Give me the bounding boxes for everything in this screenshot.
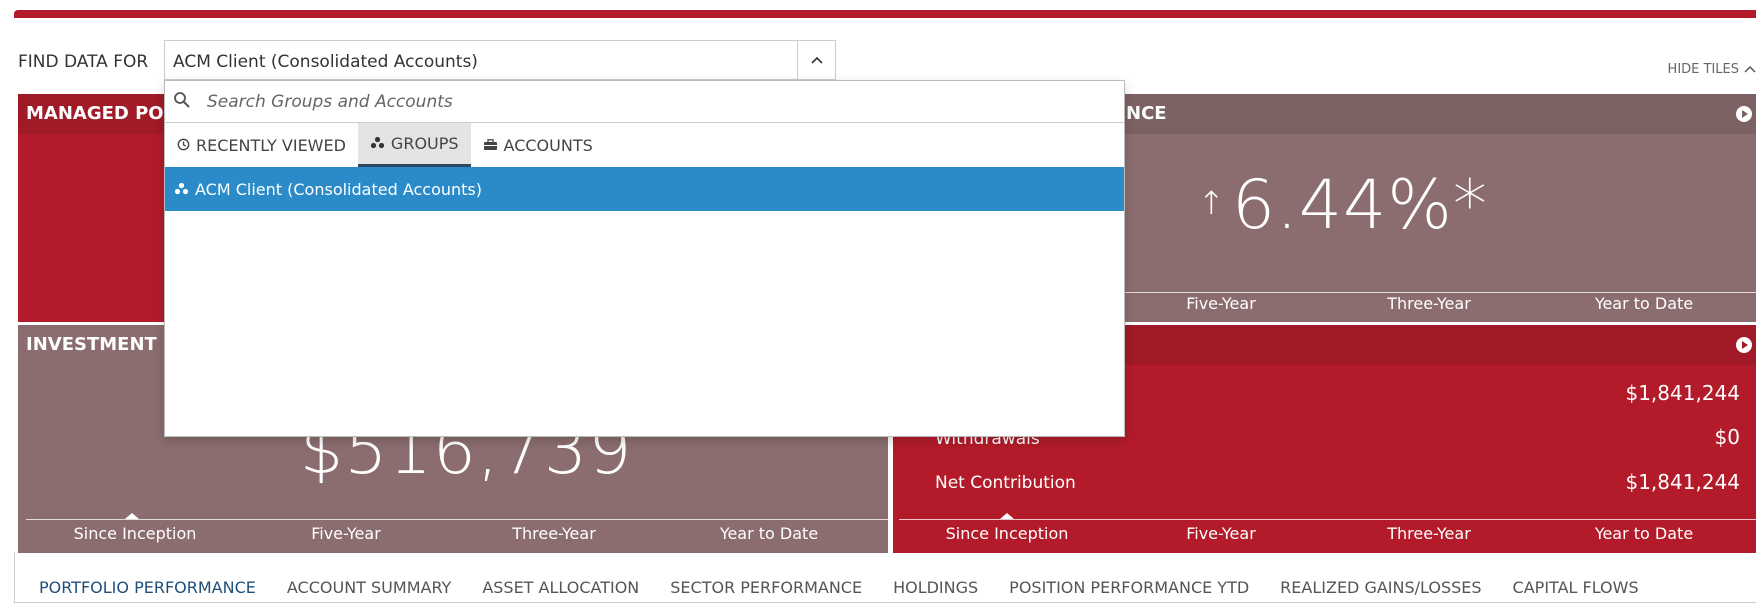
period-three-year[interactable]: Three-Year — [469, 524, 639, 543]
nav-account-summary[interactable]: ACCOUNT SUMMARY — [287, 578, 451, 597]
search-input[interactable]: Search Groups and Accounts — [207, 92, 453, 112]
flow-value-withdrawals: $0 — [1714, 425, 1740, 449]
tile-title-text: NCE — [1126, 103, 1167, 124]
period-ytd[interactable]: Year to Date — [684, 524, 854, 543]
hide-tiles-label: HIDE TILES — [1667, 62, 1739, 77]
search-icon — [173, 91, 191, 113]
account-dropdown-panel: Search Groups and Accounts RECENTLY VIEW… — [164, 80, 1125, 437]
chevron-up-icon — [1744, 62, 1756, 77]
hide-tiles-toggle[interactable]: HIDE TILES — [1668, 62, 1756, 77]
performance-value: ↑6.44%* — [1198, 166, 1488, 245]
tab-accounts[interactable]: ACCOUNTS — [471, 123, 605, 167]
period-five-year[interactable]: Five-Year — [1136, 294, 1306, 313]
period-divider — [899, 519, 1756, 520]
tab-label: RECENTLY VIEWED — [196, 135, 346, 155]
group-icon — [370, 134, 385, 153]
nav-capital-flows[interactable]: CAPITAL FLOWS — [1513, 578, 1639, 597]
dropdown-tabs: RECENTLY VIEWED GROUPS ACCOUNTS — [165, 123, 1124, 167]
chevron-up-icon[interactable] — [797, 41, 835, 79]
report-nav: PORTFOLIO PERFORMANCE ACCOUNT SUMMARY AS… — [14, 552, 1756, 603]
arrow-circle-right-icon[interactable] — [1736, 337, 1752, 353]
nav-sector-performance[interactable]: SECTOR PERFORMANCE — [670, 578, 862, 597]
dropdown-option[interactable]: ACM Client (Consolidated Accounts) — [165, 167, 1124, 211]
period-three-year[interactable]: Three-Year — [1344, 524, 1514, 543]
dropdown-search[interactable]: Search Groups and Accounts — [165, 81, 1124, 123]
clock-icon — [177, 136, 190, 155]
arrow-circle-right-icon[interactable] — [1736, 106, 1752, 122]
arrow-up-icon: ↑ — [1198, 184, 1226, 222]
account-select[interactable]: ACM Client (Consolidated Accounts) — [164, 40, 836, 80]
group-icon — [174, 180, 189, 199]
briefcase-icon — [483, 136, 498, 155]
tab-groups[interactable]: GROUPS — [357, 123, 471, 167]
period-five-year[interactable]: Five-Year — [1136, 524, 1306, 543]
dashboard-page: FIND DATA FOR ACM Client (Consolidated A… — [0, 0, 1756, 603]
find-data-label: FIND DATA FOR — [18, 52, 149, 72]
dropdown-option-label: ACM Client (Consolidated Accounts) — [195, 179, 482, 199]
nav-position-performance-ytd[interactable]: POSITION PERFORMANCE YTD — [1009, 578, 1249, 597]
flow-label-net-contribution: Net Contribution — [935, 473, 1076, 493]
top-accent-bar — [14, 10, 1756, 18]
period-divider — [26, 519, 888, 520]
flow-value: $1,841,244 — [1625, 381, 1740, 405]
period-since-inception[interactable]: Since Inception — [922, 524, 1092, 543]
nav-holdings[interactable]: HOLDINGS — [893, 578, 978, 597]
period-ytd[interactable]: Year to Date — [1559, 524, 1729, 543]
period-ytd[interactable]: Year to Date — [1559, 294, 1729, 313]
nav-portfolio-performance[interactable]: PORTFOLIO PERFORMANCE — [39, 578, 256, 597]
performance-value-text: 6.44%* — [1231, 166, 1488, 245]
period-five-year[interactable]: Five-Year — [261, 524, 431, 543]
nav-realized-gains-losses[interactable]: REALIZED GAINS/LOSSES — [1280, 578, 1481, 597]
flow-value-net-contribution: $1,841,244 — [1625, 470, 1740, 494]
tab-recently-viewed[interactable]: RECENTLY VIEWED — [165, 123, 358, 167]
tab-label: ACCOUNTS — [503, 135, 593, 155]
account-select-value: ACM Client (Consolidated Accounts) — [173, 52, 478, 72]
period-three-year[interactable]: Three-Year — [1344, 294, 1514, 313]
period-since-inception[interactable]: Since Inception — [50, 524, 220, 543]
nav-asset-allocation[interactable]: ASSET ALLOCATION — [482, 578, 639, 597]
tab-label: GROUPS — [390, 134, 459, 153]
